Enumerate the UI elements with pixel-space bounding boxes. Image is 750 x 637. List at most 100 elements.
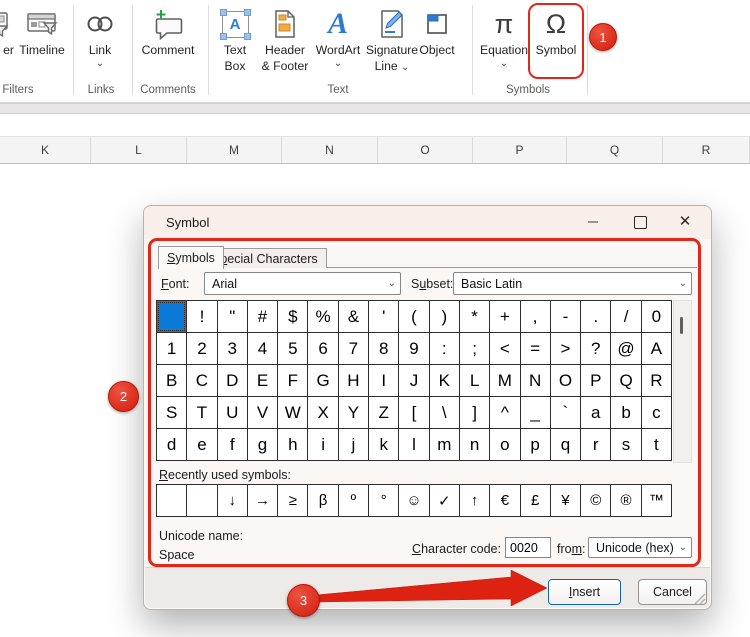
recent-symbol-cell[interactable]: ✓ [430,485,459,516]
symbol-cell[interactable]: 7 [339,333,368,364]
column-header[interactable]: L [91,137,187,163]
symbol-cell[interactable]: t [642,429,671,460]
symbol-cell[interactable]: + [490,301,519,332]
resize-grip[interactable] [693,592,707,606]
symbol-cell[interactable]: 6 [308,333,337,364]
symbol-cell[interactable]: p [521,429,550,460]
symbol-cell[interactable]: b [611,397,640,428]
link-button[interactable]: Link ⌄ [80,6,120,69]
symbol-cell[interactable]: s [611,429,640,460]
comment-button[interactable]: Comment [138,6,198,58]
insert-button[interactable]: Insert [548,579,621,605]
symbol-cell[interactable]: M [490,365,519,396]
symbol-cell[interactable]: Z [369,397,398,428]
symbol-cell[interactable]: ; [460,333,489,364]
recent-symbol-cell[interactable]: ☺ [399,485,428,516]
symbol-cell[interactable]: K [430,365,459,396]
column-header[interactable]: O [378,137,473,163]
symbol-cell[interactable]: e [187,429,216,460]
maximize-button[interactable] [631,214,649,230]
symbol-cell[interactable]: J [399,365,428,396]
symbol-cell[interactable]: q [551,429,580,460]
symbol-cell[interactable] [157,301,186,332]
symbol-cell[interactable]: j [339,429,368,460]
symbol-cell[interactable]: n [460,429,489,460]
recent-symbol-cell[interactable]: € [490,485,519,516]
symbol-cell[interactable]: / [611,301,640,332]
symbol-cell[interactable]: I [369,365,398,396]
symbol-cell[interactable]: = [521,333,550,364]
symbol-cell[interactable]: d [157,429,186,460]
column-header[interactable]: Q [567,137,663,163]
symbol-cell[interactable]: 8 [369,333,398,364]
recent-symbol-cell[interactable]: © [581,485,610,516]
symbol-cell[interactable]: & [339,301,368,332]
symbol-cell[interactable]: 3 [218,333,247,364]
symbol-cell[interactable]: F [278,365,307,396]
recent-symbol-cell[interactable]: ® [611,485,640,516]
equation-button[interactable]: π Equation ⌄ [478,6,530,69]
symbol-cell[interactable]: % [308,301,337,332]
symbol-cell[interactable]: ! [187,301,216,332]
symbol-cell[interactable]: # [248,301,277,332]
symbol-cell[interactable]: ? [581,333,610,364]
symbol-cell[interactable]: \ [430,397,459,428]
symbol-cell[interactable]: a [581,397,610,428]
header-footer-button[interactable]: Header & Footer [255,6,315,74]
symbol-cell[interactable]: * [460,301,489,332]
symbol-cell[interactable]: f [218,429,247,460]
symbol-cell[interactable]: X [308,397,337,428]
scrollbar-thumb[interactable] [680,317,683,334]
symbol-cell[interactable]: : [430,333,459,364]
symbol-cell[interactable]: r [581,429,610,460]
subset-dropdown[interactable]: Basic Latin ⌄ [453,272,692,295]
symbol-cell[interactable]: ] [460,397,489,428]
symbol-cell[interactable]: N [521,365,550,396]
column-header[interactable]: M [187,137,282,163]
recent-symbol-cell[interactable] [187,485,216,516]
symbol-cell[interactable]: g [248,429,277,460]
symbol-cell[interactable]: h [278,429,307,460]
symbol-cell[interactable]: B [157,365,186,396]
symbol-cell[interactable]: ( [399,301,428,332]
dialog-title-bar[interactable]: Symbol ✕ [144,206,711,239]
symbol-cell[interactable]: 1 [157,333,186,364]
symbol-cell[interactable]: c [642,397,671,428]
symbol-cell[interactable]: Q [611,365,640,396]
symbol-cell[interactable]: S [157,397,186,428]
symbol-cell[interactable]: . [581,301,610,332]
tab-symbols[interactable]: Symbols [158,246,224,269]
timeline-button[interactable]: Timeline [14,6,70,58]
symbol-cell[interactable]: W [278,397,307,428]
character-code-input[interactable] [505,537,551,558]
symbol-cell[interactable]: C [187,365,216,396]
symbol-cell[interactable]: R [642,365,671,396]
symbol-cell[interactable]: < [490,333,519,364]
symbol-cell[interactable]: E [248,365,277,396]
symbol-cell[interactable]: [ [399,397,428,428]
symbol-cell[interactable]: T [187,397,216,428]
symbol-cell[interactable]: 4 [248,333,277,364]
recent-symbol-cell[interactable]: ° [369,485,398,516]
recent-symbol-cell[interactable]: ™ [642,485,671,516]
symbol-cell[interactable]: U [218,397,247,428]
symbol-cell[interactable]: @ [611,333,640,364]
symbol-cell[interactable]: A [642,333,671,364]
symbol-cell[interactable]: V [248,397,277,428]
recent-symbol-cell[interactable]: ↑ [460,485,489,516]
symbol-cell[interactable]: H [339,365,368,396]
symbol-cell[interactable]: G [308,365,337,396]
symbol-cell[interactable]: P [581,365,610,396]
symbol-cell[interactable]: ' [369,301,398,332]
symbol-cell[interactable]: Y [339,397,368,428]
symbol-cell[interactable]: > [551,333,580,364]
symbol-cell[interactable]: - [551,301,580,332]
symbol-cell[interactable]: , [521,301,550,332]
font-dropdown[interactable]: Arial ⌄ [204,272,401,295]
symbol-cell[interactable]: 9 [399,333,428,364]
symbol-cell[interactable]: ` [551,397,580,428]
recent-symbol-cell[interactable]: £ [521,485,550,516]
recent-symbol-cell[interactable]: ↓ [218,485,247,516]
from-dropdown[interactable]: Unicode (hex) ⌄ [588,537,692,558]
symbol-cell[interactable]: 0 [642,301,671,332]
